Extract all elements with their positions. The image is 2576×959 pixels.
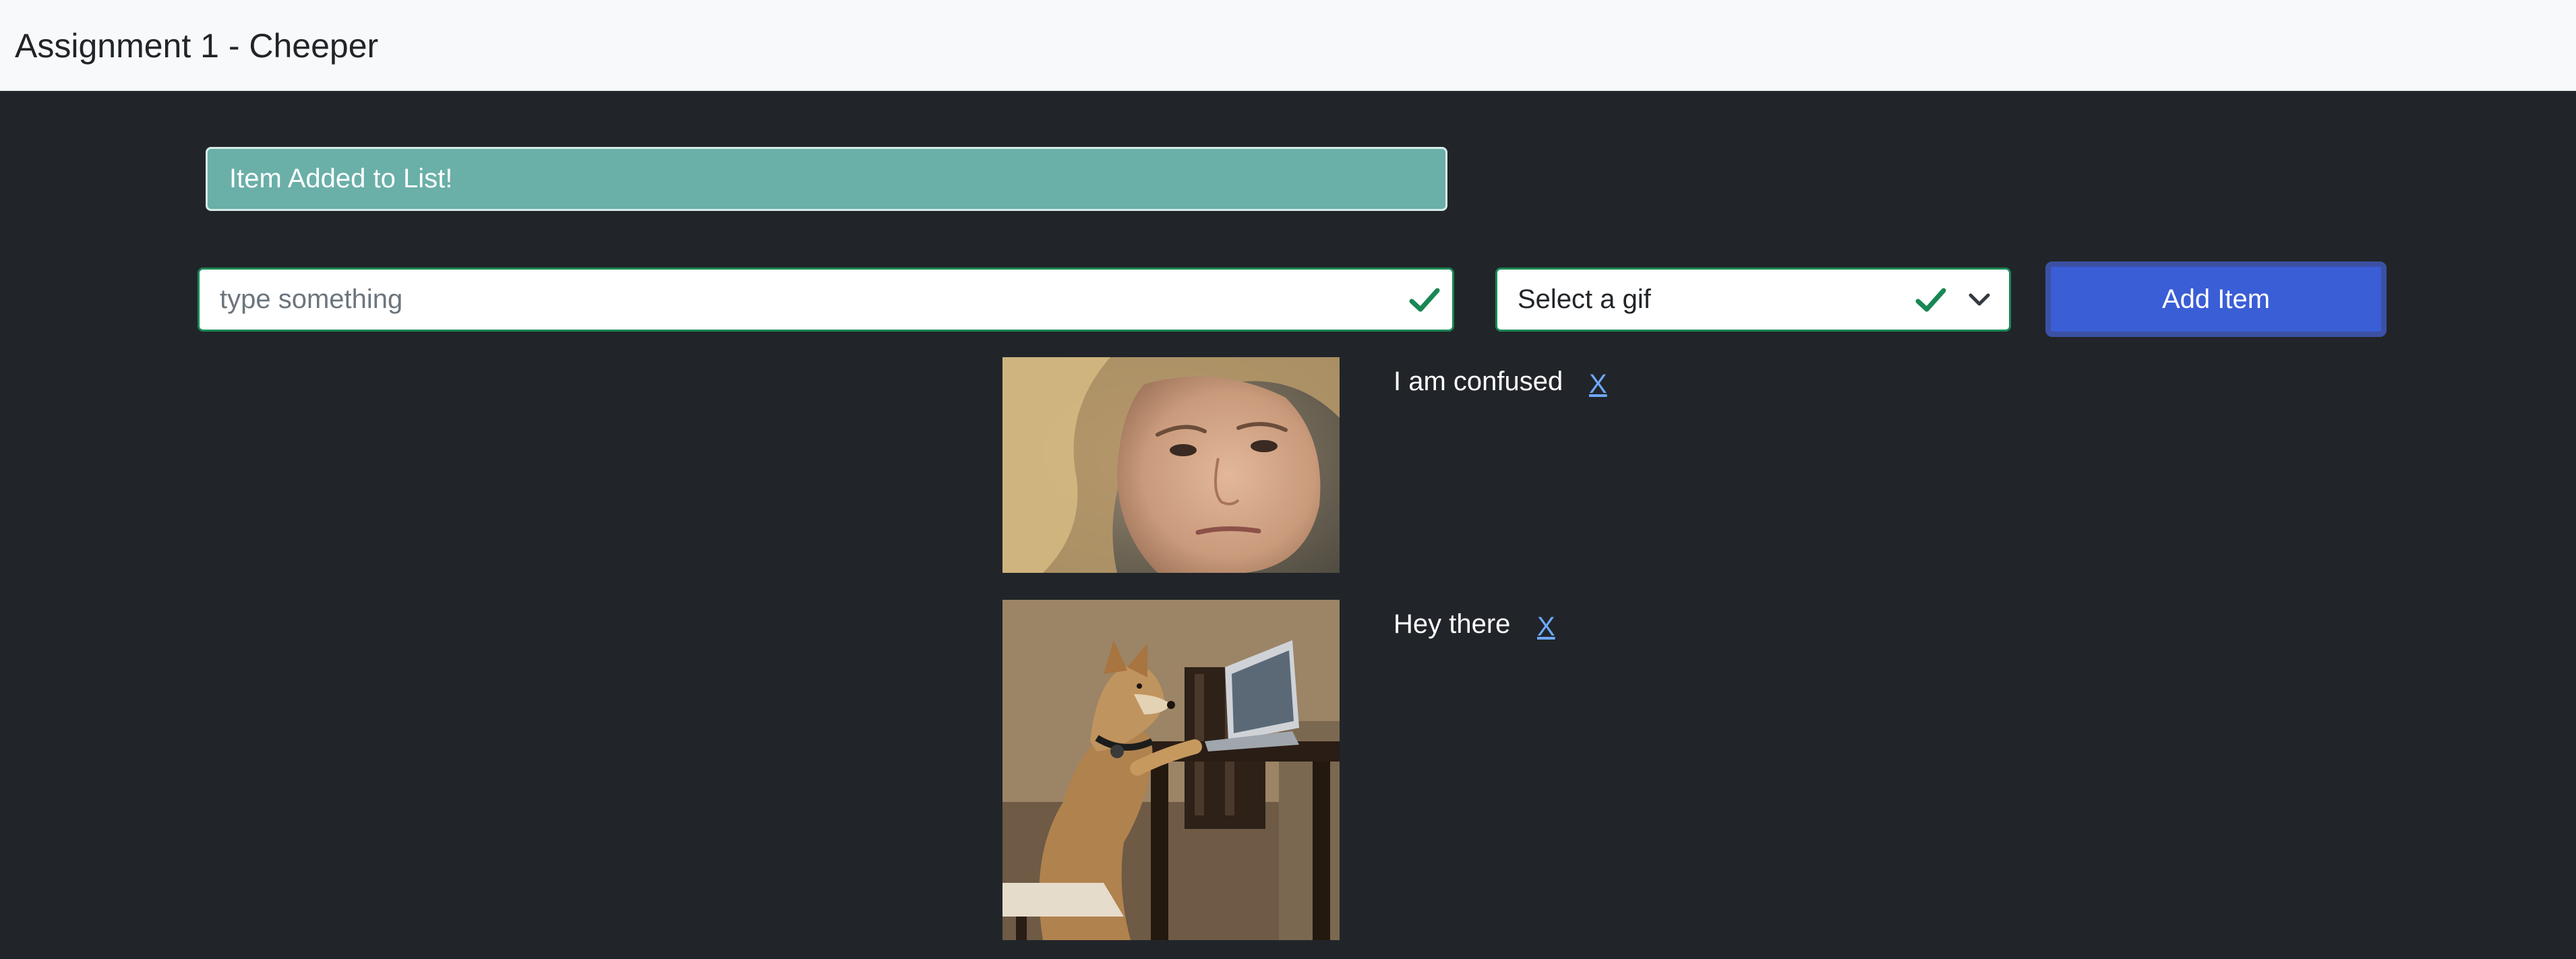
delete-item-link[interactable]: X <box>1589 367 1607 402</box>
delete-item-link[interactable]: X <box>1537 609 1555 644</box>
gif-select-value: Select a gif <box>1518 284 1651 314</box>
add-item-button[interactable]: Add Item <box>2045 261 2387 337</box>
list-item: I am confused X <box>1002 357 1677 573</box>
check-icon <box>1409 288 1440 312</box>
item-gif <box>1002 357 1340 573</box>
navbar: Assignment 1 - Cheeper <box>0 0 2576 91</box>
check-icon <box>1915 288 1946 312</box>
dog-laptop-gif <box>1002 600 1340 940</box>
chevron-down-icon <box>1969 293 1990 306</box>
item-gif <box>1002 600 1340 940</box>
list-item: Hey there X <box>1002 600 1677 940</box>
app-title: Assignment 1 - Cheeper <box>15 27 379 65</box>
confused-woman-gif <box>1002 357 1340 573</box>
text-input[interactable] <box>200 270 1373 330</box>
success-alert: Item Added to List! <box>206 147 1447 211</box>
item-text: I am confused <box>1394 367 1563 396</box>
gif-select[interactable]: Select a gif <box>1495 268 2011 332</box>
item-text: Hey there <box>1394 609 1511 639</box>
text-input-field[interactable] <box>198 268 1454 332</box>
